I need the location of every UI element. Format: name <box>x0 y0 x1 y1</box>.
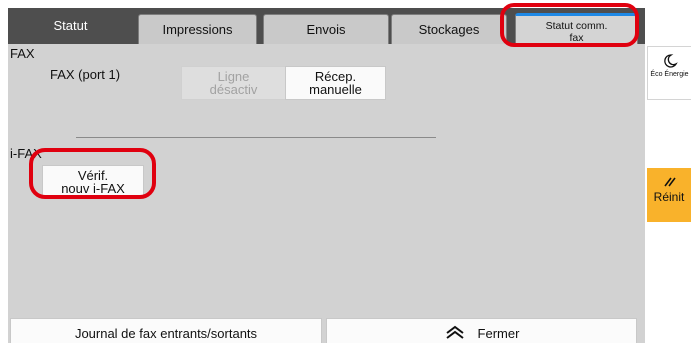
ifax-section-label: i-FAX <box>10 146 42 161</box>
status-panel: Statut Impressions Envois Stockages Stat… <box>8 8 645 343</box>
chevron-up-icon <box>444 324 466 343</box>
tab-fax-comm-status[interactable]: Statut comm. fax <box>515 13 638 44</box>
reset-label: Réinit <box>653 190 685 204</box>
close-label: Fermer <box>477 325 520 341</box>
reset-button[interactable]: Réinit <box>647 168 691 222</box>
tab-bar: Statut Impressions Envois Stockages Stat… <box>8 8 645 44</box>
fax-section-label: FAX <box>10 46 35 61</box>
eco-energy-button[interactable]: Éco Énergie <box>647 46 691 100</box>
line-off-button[interactable]: Ligne désactiv <box>181 66 286 100</box>
tab-impressions[interactable]: Impressions <box>138 14 257 44</box>
close-button[interactable]: Fermer <box>326 318 637 343</box>
divider <box>76 137 436 138</box>
fax-journal-button[interactable]: Journal de fax entrants/sortants <box>10 318 322 343</box>
manual-receive-button[interactable]: Récep. manuelle <box>285 66 386 100</box>
check-new-ifax-button[interactable]: Vérif. nouv i-FAX <box>42 165 144 199</box>
eco-energy-label: Éco Énergie <box>650 71 689 78</box>
tab-envois[interactable]: Envois <box>263 14 389 44</box>
reset-icon <box>647 174 691 190</box>
tab-stockages[interactable]: Stockages <box>391 14 507 44</box>
fax-port-label: FAX (port 1) <box>50 67 121 82</box>
fax-journal-label: Journal de fax entrants/sortants <box>74 325 258 341</box>
moon-icon <box>648 53 691 71</box>
tab-statut[interactable]: Statut <box>8 8 133 44</box>
